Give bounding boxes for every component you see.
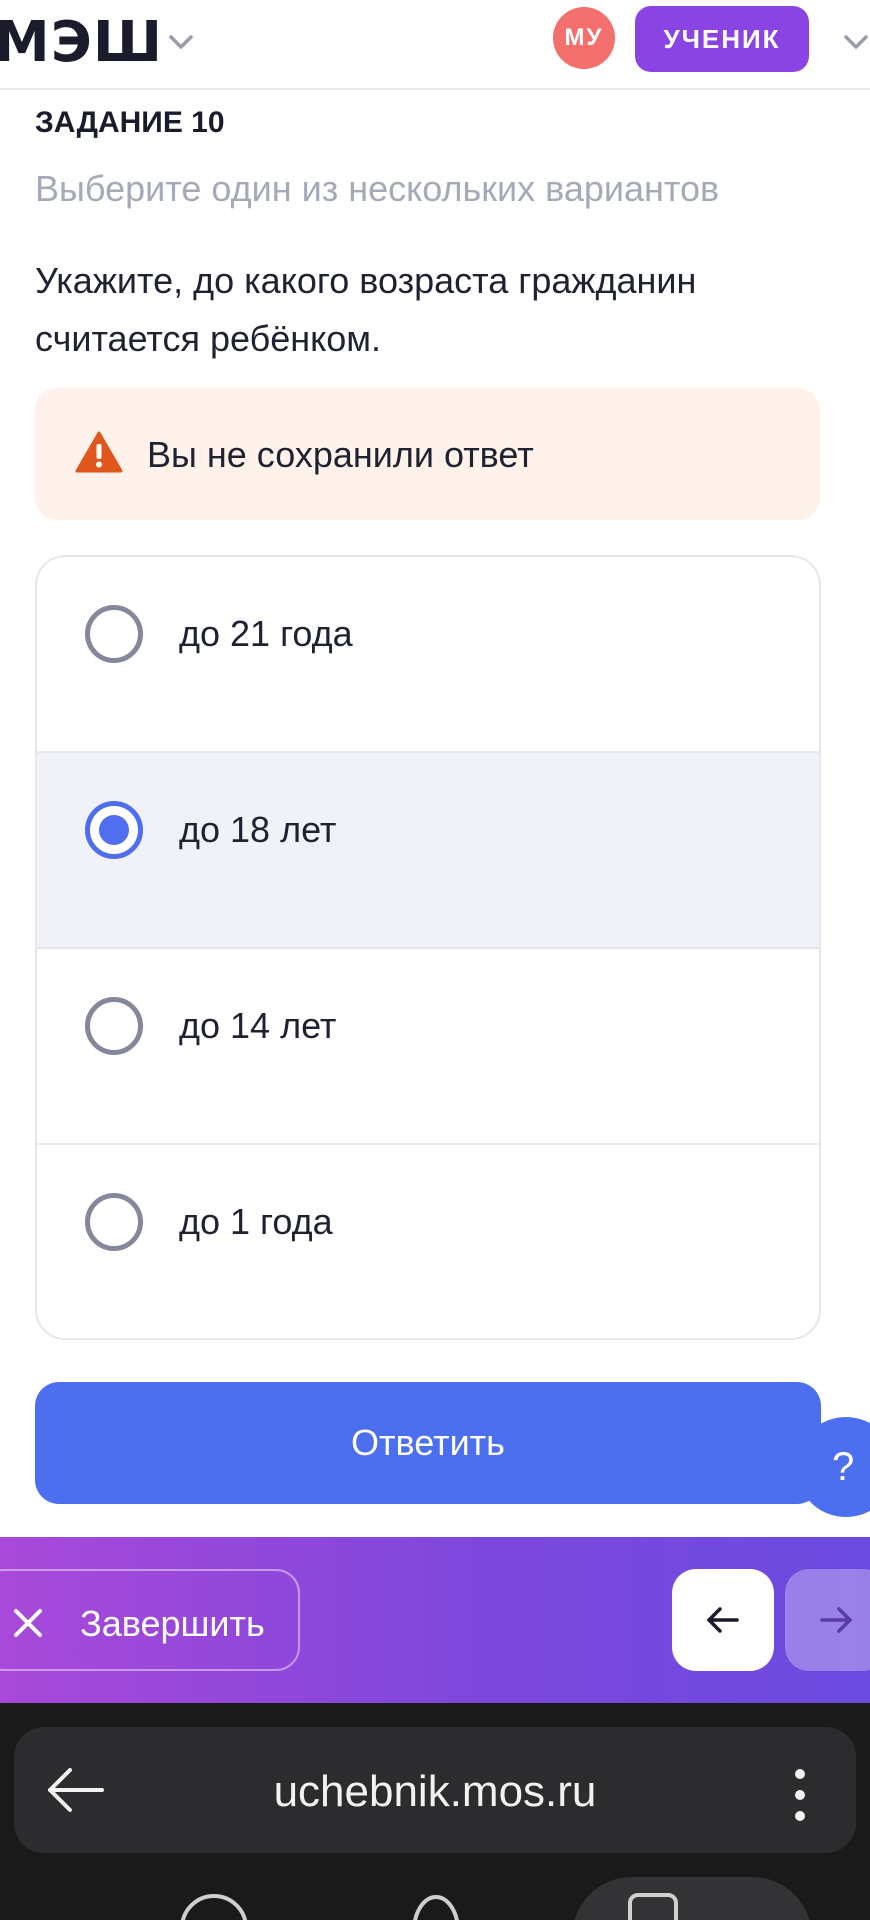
question-text: Укажите, до какого возраста гражданин сч… — [35, 260, 697, 359]
app-header: МЭШ МУ УЧЕНИК — [0, 0, 870, 90]
browser-toolbar: uchebnik.mos.ru — [0, 1703, 870, 1920]
answer-option[interactable]: до 18 лет — [37, 753, 819, 949]
more-vertical-icon[interactable] — [790, 1767, 810, 1823]
answer-option-label: до 21 года — [179, 613, 353, 654]
unsaved-warning: Вы не сохранили ответ — [35, 388, 820, 520]
answer-options: до 21 года до 18 лет до 14 лет до 1 года — [35, 555, 821, 1340]
answer-option[interactable]: до 21 года — [37, 557, 819, 753]
answer-option-label: до 14 лет — [179, 1005, 337, 1046]
chevron-down-icon[interactable] — [838, 24, 870, 60]
chevron-down-icon[interactable] — [163, 24, 199, 60]
role-badge[interactable]: УЧЕНИК — [635, 6, 809, 72]
task-number: ЗАДАНИЕ 10 — [35, 106, 225, 139]
close-icon — [14, 1609, 42, 1637]
warning-triangle-icon — [75, 431, 123, 473]
warning-text: Вы не сохранили ответ — [147, 434, 534, 475]
arrow-left-icon — [707, 1607, 739, 1633]
answer-option[interactable]: до 1 года — [37, 1145, 819, 1338]
address-bar[interactable]: uchebnik.mos.ru — [14, 1727, 856, 1853]
answer-option[interactable]: до 14 лет — [37, 949, 819, 1145]
task-hint: Выберите один из нескольких вариантов — [35, 168, 720, 209]
previous-task-button[interactable] — [672, 1569, 774, 1671]
url-text[interactable]: uchebnik.mos.ru — [14, 1767, 856, 1817]
arrow-right-icon — [820, 1607, 852, 1633]
radio-button[interactable] — [85, 605, 143, 663]
finish-button[interactable]: Завершить — [0, 1569, 300, 1671]
radio-selected-dot — [99, 815, 129, 845]
task-navigation-bar: Завершить — [0, 1537, 870, 1703]
radio-button[interactable] — [85, 1193, 143, 1251]
browser-bottom-icons — [180, 1893, 678, 1920]
submit-answer-button[interactable]: Ответить — [35, 1382, 821, 1504]
avatar[interactable]: МУ — [553, 7, 615, 69]
answer-option-label: до 1 года — [179, 1201, 333, 1242]
finish-button-label: Завершить — [80, 1603, 265, 1644]
answer-option-label: до 18 лет — [179, 809, 337, 850]
radio-button[interactable] — [85, 801, 143, 859]
radio-button[interactable] — [85, 997, 143, 1055]
next-task-button[interactable] — [785, 1569, 870, 1671]
app-logo[interactable]: МЭШ — [0, 10, 163, 75]
